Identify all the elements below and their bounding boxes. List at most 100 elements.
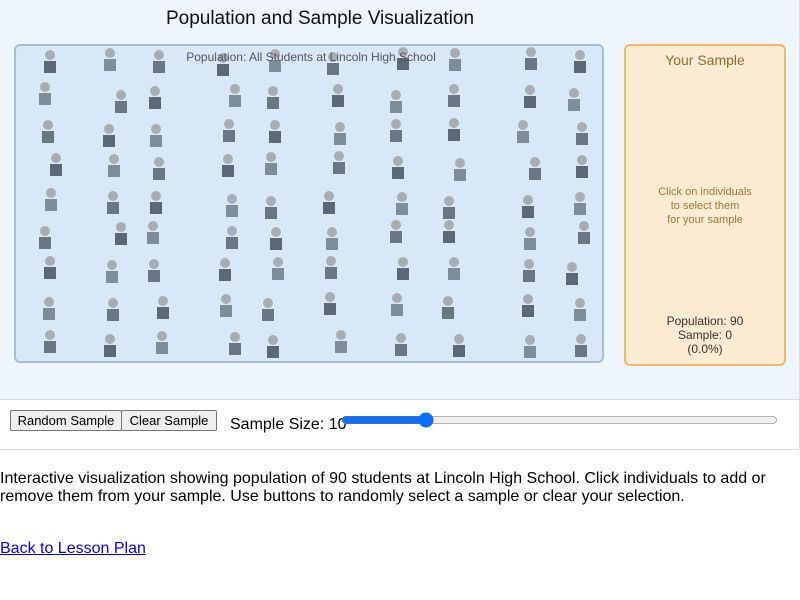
person-head <box>45 330 55 340</box>
population-person[interactable] <box>334 330 348 354</box>
population-person[interactable] <box>389 90 403 114</box>
population-person[interactable] <box>390 293 404 317</box>
population-person[interactable] <box>228 84 242 108</box>
population-person[interactable] <box>521 294 535 318</box>
population-person[interactable] <box>218 258 232 282</box>
population-person[interactable] <box>442 220 456 244</box>
population-person[interactable] <box>41 120 55 144</box>
random-sample-button[interactable]: Random Sample <box>10 410 122 431</box>
population-person[interactable] <box>523 85 537 109</box>
person-body <box>262 309 274 321</box>
population-person[interactable] <box>333 122 347 146</box>
population-person[interactable] <box>575 155 589 179</box>
population-person[interactable] <box>148 86 162 110</box>
population-person[interactable] <box>225 226 239 250</box>
population-person[interactable] <box>155 331 169 355</box>
population-person[interactable] <box>395 192 409 216</box>
population-person[interactable] <box>447 257 461 281</box>
population-person[interactable] <box>105 260 119 284</box>
population-person[interactable] <box>567 88 581 112</box>
person-head <box>104 124 114 134</box>
population-person[interactable] <box>268 120 282 144</box>
population-person[interactable] <box>516 120 530 144</box>
person-body <box>574 203 586 215</box>
person-head <box>221 294 231 304</box>
population-person[interactable] <box>43 256 57 280</box>
population-person[interactable] <box>573 298 587 322</box>
population-person[interactable] <box>523 227 537 251</box>
population-person[interactable] <box>391 156 405 180</box>
population-person[interactable] <box>325 227 339 251</box>
population-person[interactable] <box>149 191 163 215</box>
population-person[interactable] <box>575 122 589 146</box>
population-person[interactable] <box>574 334 588 358</box>
population-person[interactable] <box>322 191 336 215</box>
population-person[interactable] <box>219 294 233 318</box>
population-person[interactable] <box>106 298 120 322</box>
population-person[interactable] <box>222 119 236 143</box>
clear-sample-button[interactable]: Clear Sample <box>121 410 217 431</box>
population-person[interactable] <box>264 152 278 176</box>
population-person[interactable] <box>228 332 242 356</box>
population-person[interactable] <box>521 195 535 219</box>
population-person[interactable] <box>324 256 338 280</box>
population-person[interactable] <box>269 227 283 251</box>
population-person[interactable] <box>42 297 56 321</box>
person-body <box>335 341 347 353</box>
population-person[interactable] <box>38 226 52 250</box>
population-person[interactable] <box>447 84 461 108</box>
population-person[interactable] <box>523 335 537 359</box>
population-person[interactable] <box>442 196 456 220</box>
person-body <box>443 231 455 243</box>
population-person[interactable] <box>225 194 239 218</box>
sample-size-slider[interactable] <box>341 410 778 430</box>
population-person[interactable] <box>114 90 128 114</box>
population-person[interactable] <box>152 157 166 181</box>
person-head <box>444 220 454 230</box>
population-person[interactable] <box>44 188 58 212</box>
population-person[interactable] <box>49 153 63 177</box>
person-head <box>449 257 459 267</box>
population-person[interactable] <box>453 158 467 182</box>
population-person[interactable] <box>565 262 579 286</box>
population-person[interactable] <box>331 84 345 108</box>
population-person[interactable] <box>107 154 121 178</box>
person-body <box>390 130 402 142</box>
population-person[interactable] <box>106 191 120 215</box>
population-person[interactable] <box>261 298 275 322</box>
population-person[interactable] <box>266 335 280 359</box>
population-person[interactable] <box>221 154 235 178</box>
population-person[interactable] <box>156 296 170 320</box>
person-head <box>579 221 589 231</box>
population-person[interactable] <box>389 220 403 244</box>
population-person[interactable] <box>332 151 346 175</box>
population-person[interactable] <box>389 119 403 143</box>
population-person[interactable] <box>452 334 466 358</box>
person-head <box>530 157 540 167</box>
population-person[interactable] <box>146 221 160 245</box>
population-person[interactable] <box>522 259 536 283</box>
population-person[interactable] <box>323 292 337 316</box>
population-person[interactable] <box>264 196 278 220</box>
population-person[interactable] <box>271 257 285 281</box>
population-person[interactable] <box>43 330 57 354</box>
population-person[interactable] <box>573 192 587 216</box>
person-head <box>393 156 403 166</box>
population-person[interactable] <box>114 222 128 246</box>
population-person[interactable] <box>528 157 542 181</box>
population-person[interactable] <box>441 296 455 320</box>
person-body <box>576 166 588 178</box>
population-person[interactable] <box>147 259 161 283</box>
population-person[interactable] <box>394 333 408 357</box>
population-person[interactable] <box>103 334 117 358</box>
person-body <box>524 346 536 358</box>
population-person[interactable] <box>447 118 461 142</box>
population-person[interactable] <box>577 221 591 245</box>
back-to-lesson-plan-link[interactable]: Back to Lesson Plan <box>0 540 146 558</box>
population-person[interactable] <box>266 86 280 110</box>
population-person[interactable] <box>149 124 163 148</box>
population-person[interactable] <box>102 124 116 148</box>
person-head <box>336 330 346 340</box>
population-person[interactable] <box>38 82 52 106</box>
population-person[interactable] <box>396 257 410 281</box>
